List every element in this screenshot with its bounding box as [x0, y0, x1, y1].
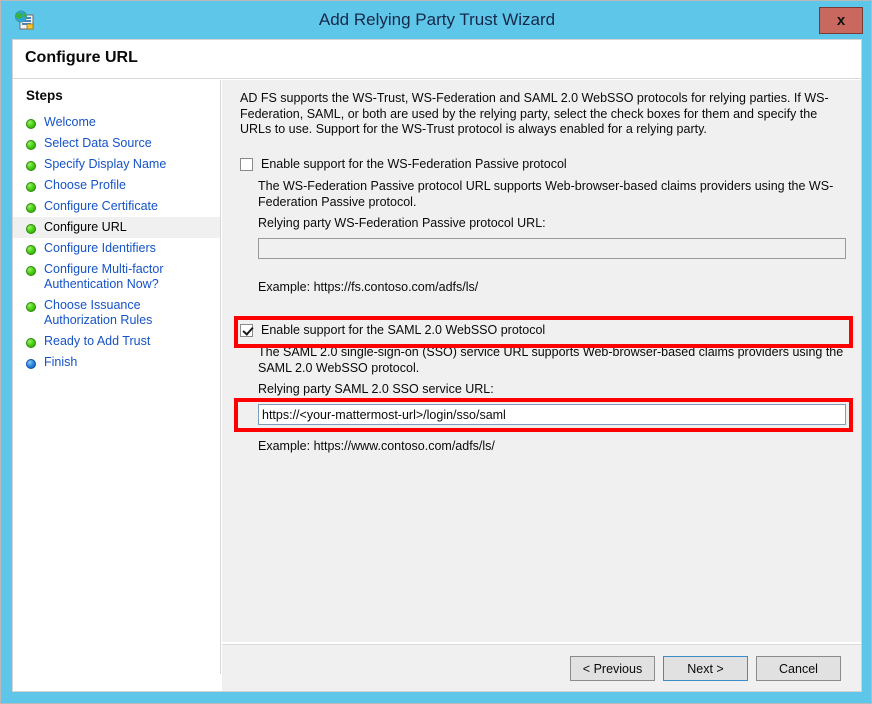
intro-paragraph: AD FS supports the WS-Trust, WS-Federati… [240, 91, 842, 138]
sidebar-step-label: Specify Display Name [44, 157, 166, 172]
sidebar-step-label: Configure Certificate [44, 199, 158, 214]
step-bullet-green-icon [26, 203, 36, 213]
page-header: Configure URL [13, 40, 861, 79]
wsfed-enable-checkbox[interactable] [240, 158, 253, 171]
sidebar-step-6[interactable]: Configure Identifiers [13, 238, 220, 259]
sidebar-step-9[interactable]: Ready to Add Trust [13, 331, 220, 352]
sidebar-step-0[interactable]: Welcome [13, 112, 220, 133]
step-bullet-green-icon [26, 224, 36, 234]
sidebar-step-label: Select Data Source [44, 136, 152, 151]
step-bullet-green-icon [26, 119, 36, 129]
title-bar: Add Relying Party Trust Wizard x [2, 2, 872, 38]
step-bullet-green-icon [26, 266, 36, 276]
sidebar-step-8[interactable]: Choose Issuance Authorization Rules [13, 295, 220, 331]
sidebar-step-label: Finish [44, 355, 77, 370]
saml-enable-checkbox[interactable] [240, 324, 253, 337]
step-bullet-green-icon [26, 338, 36, 348]
saml-enable-checkbox-row[interactable]: Enable support for the SAML 2.0 WebSSO p… [240, 323, 545, 337]
sidebar-step-7[interactable]: Configure Multi-factor Authentication No… [13, 259, 220, 295]
dialog-body: Configure URL Steps Welcome Select Data S… [12, 39, 862, 692]
next-button[interactable]: Next > [663, 656, 748, 681]
sidebar-step-3[interactable]: Choose Profile [13, 175, 220, 196]
sidebar-step-5[interactable]: Configure URL [13, 217, 220, 238]
sidebar-step-10[interactable]: Finish [13, 352, 220, 373]
wsfed-enable-checkbox-row[interactable]: Enable support for the WS-Federation Pas… [240, 157, 567, 171]
content-pane: AD FS supports the WS-Trust, WS-Federati… [222, 80, 861, 642]
sidebar-step-label: Ready to Add Trust [44, 334, 150, 349]
steps-sidebar: Steps Welcome Select Data Source Specify D… [13, 80, 221, 674]
previous-button[interactable]: < Previous [570, 656, 655, 681]
step-bullet-green-icon [26, 182, 36, 192]
sidebar-step-label: Configure Multi-factor Authentication No… [44, 262, 216, 292]
sidebar-step-label: Welcome [44, 115, 96, 130]
page-title: Configure URL [25, 49, 138, 67]
sidebar-step-1[interactable]: Select Data Source [13, 133, 220, 154]
wsfed-url-field-label: Relying party WS-Federation Passive prot… [258, 216, 546, 232]
sidebar-step-2[interactable]: Specify Display Name [13, 154, 220, 175]
window-title: Add Relying Party Trust Wizard [2, 2, 872, 38]
sidebar-step-4[interactable]: Configure Certificate [13, 196, 220, 217]
saml-description: The SAML 2.0 single-sign-on (SSO) servic… [258, 345, 846, 376]
step-bullet-green-icon [26, 161, 36, 171]
steps-list: Welcome Select Data Source Specify Display… [13, 112, 220, 373]
saml-url-input[interactable] [258, 404, 846, 425]
wsfed-example-text: Example: https://fs.contoso.com/adfs/ls/ [258, 280, 478, 296]
button-bar: < Previous Next > Cancel [222, 644, 861, 691]
saml-enable-label: Enable support for the SAML 2.0 WebSSO p… [261, 323, 545, 337]
wizard-window: Add Relying Party Trust Wizard x Configu… [0, 0, 872, 704]
cancel-button[interactable]: Cancel [756, 656, 841, 681]
sidebar-step-label: Configure Identifiers [44, 241, 156, 256]
saml-example-text: Example: https://www.contoso.com/adfs/ls… [258, 439, 495, 455]
sidebar-step-label: Choose Issuance Authorization Rules [44, 298, 216, 328]
steps-heading: Steps [26, 88, 63, 103]
sidebar-step-label: Configure URL [44, 220, 127, 235]
close-button[interactable]: x [819, 7, 863, 34]
wsfed-url-input[interactable] [258, 238, 846, 259]
step-bullet-green-icon [26, 245, 36, 255]
wsfed-enable-label: Enable support for the WS-Federation Pas… [261, 157, 567, 171]
saml-url-field-label: Relying party SAML 2.0 SSO service URL: [258, 382, 494, 398]
wsfed-description: The WS-Federation Passive protocol URL s… [258, 179, 846, 210]
sidebar-step-label: Choose Profile [44, 178, 126, 193]
step-bullet-green-icon [26, 140, 36, 150]
step-bullet-green-icon [26, 302, 36, 312]
step-bullet-blue-icon [26, 359, 36, 369]
